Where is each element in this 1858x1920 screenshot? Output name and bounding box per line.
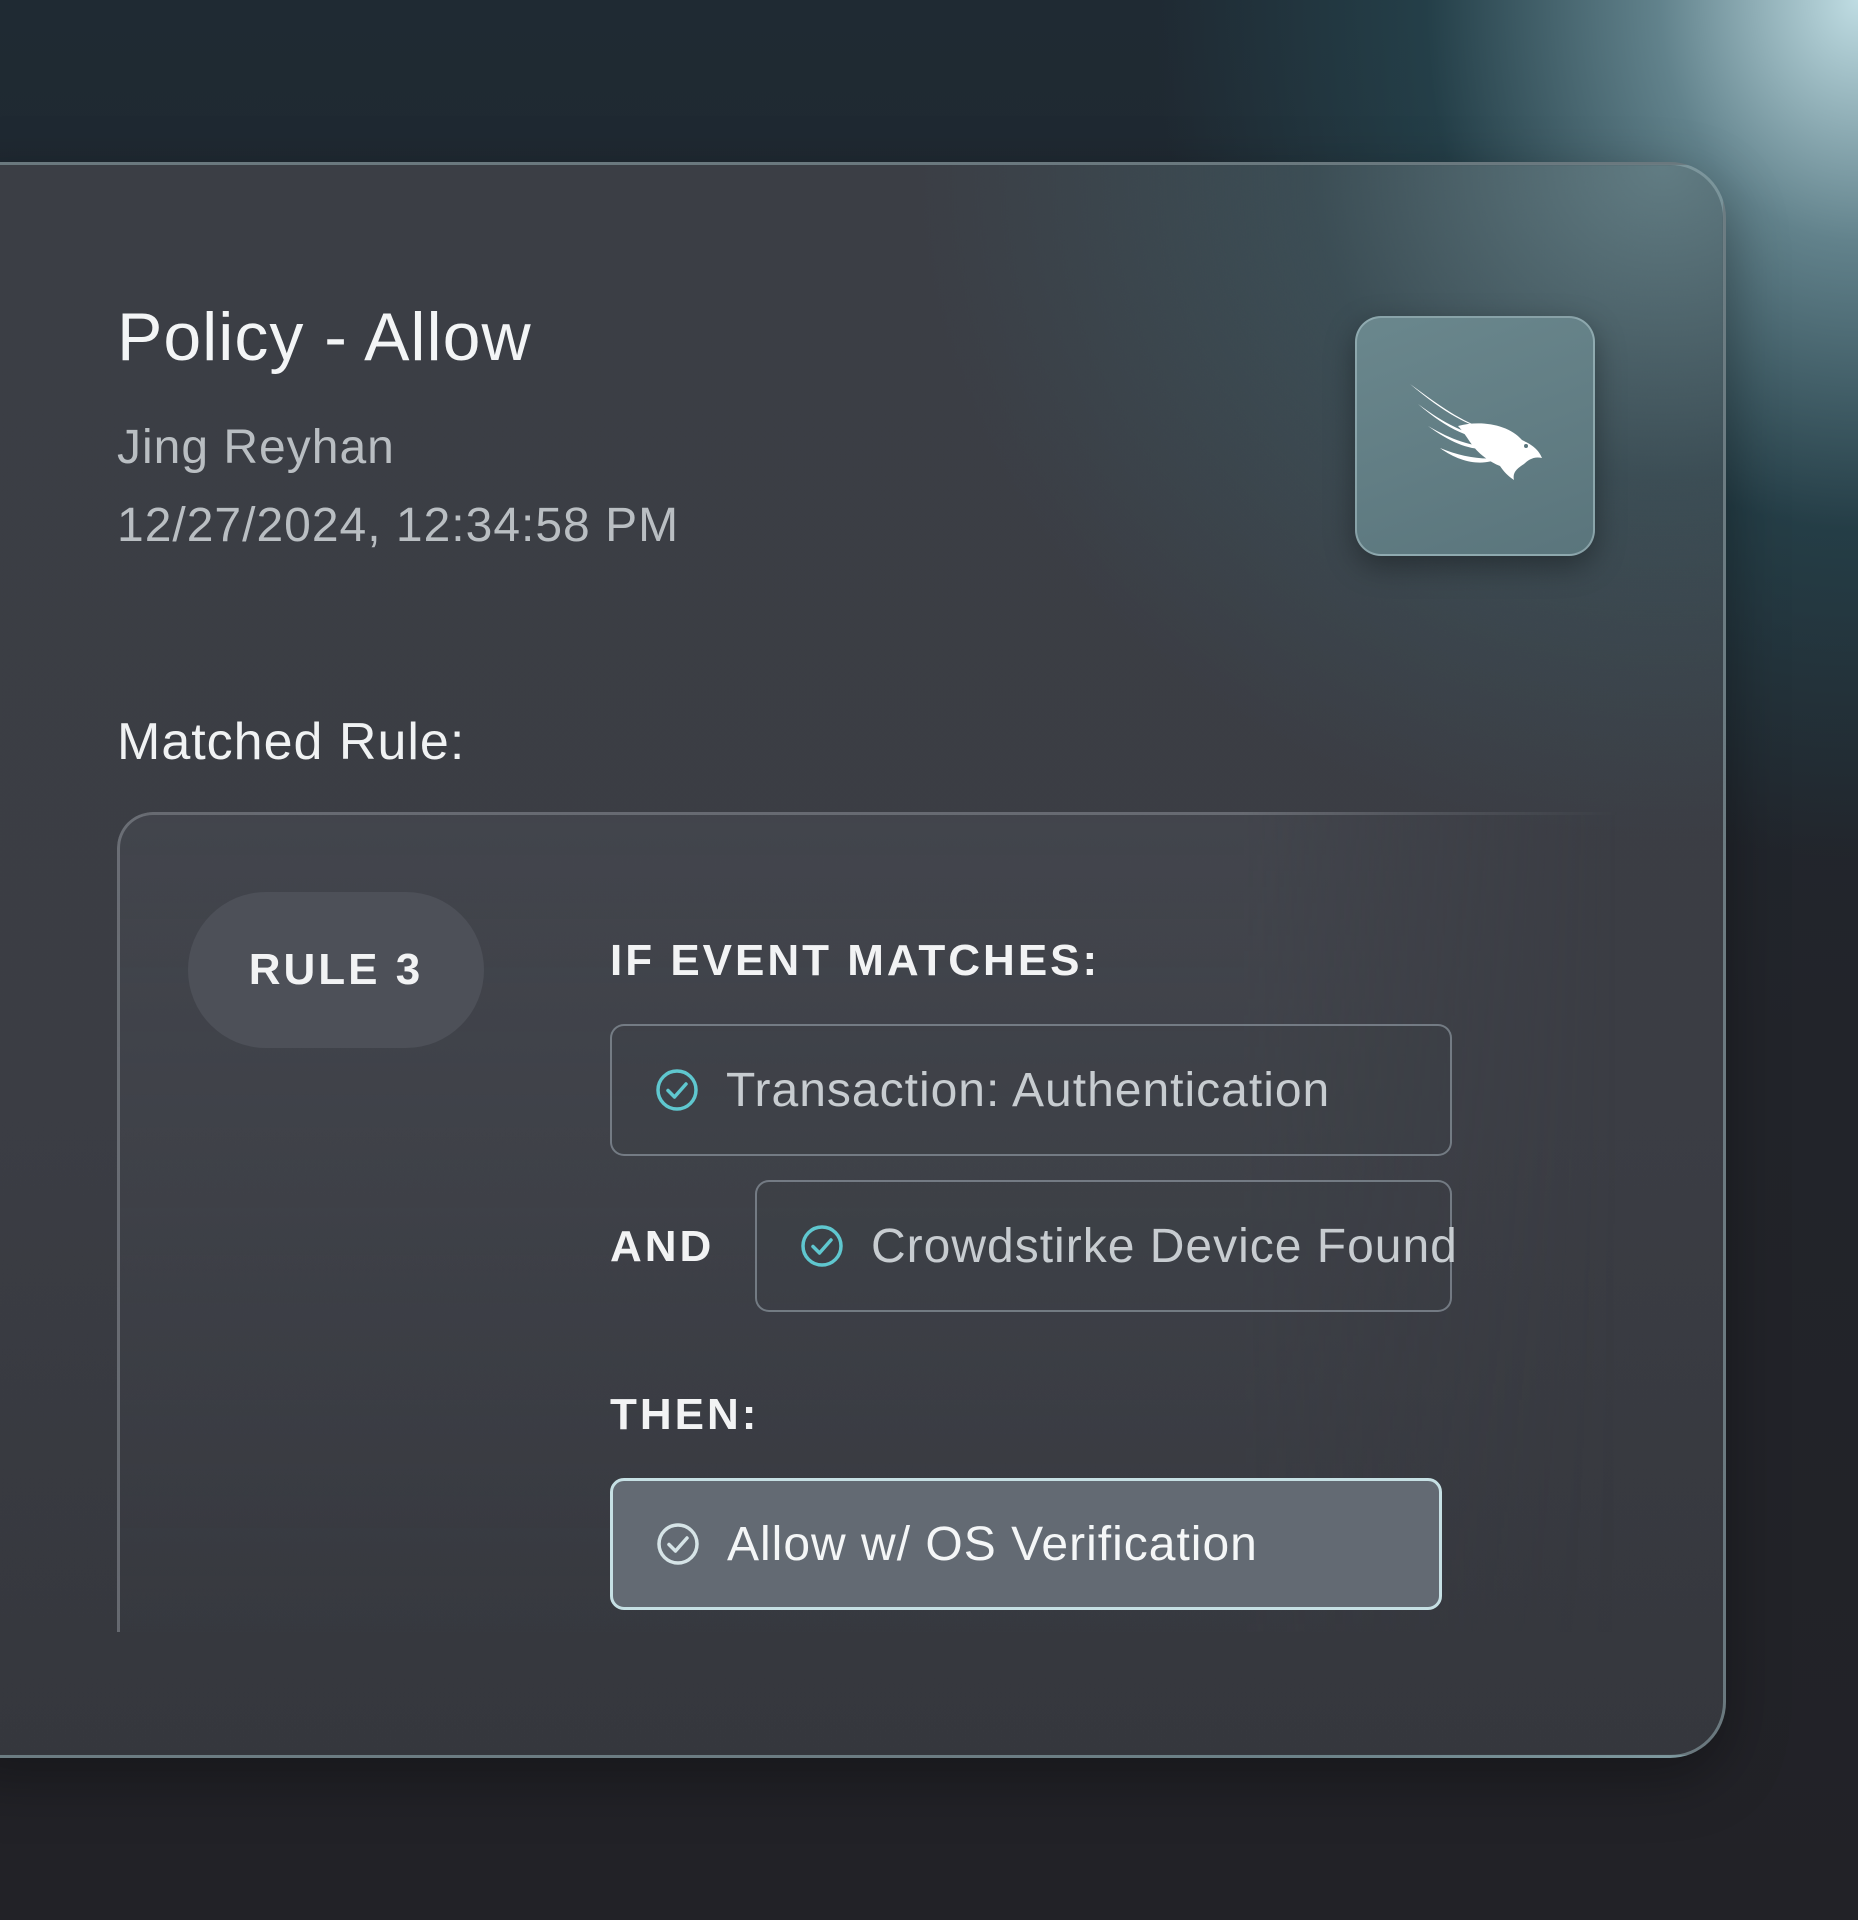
condition-transaction: Transaction: Authentication	[610, 1024, 1452, 1156]
matched-rule-label: Matched Rule:	[117, 713, 466, 771]
policy-user: Jing Reyhan	[117, 421, 395, 474]
condition-device-found: Crowdstirke Device Found	[755, 1180, 1457, 1312]
policy-title: Policy - Allow	[117, 299, 532, 375]
crowdstrike-logo-tile	[1355, 316, 1595, 556]
action-text: Allow w/ OS Verification	[727, 1517, 1258, 1571]
check-circle-icon	[656, 1069, 698, 1111]
rule-badge: RULE 3	[188, 892, 484, 1048]
condition-text: Crowdstirke Device Found	[871, 1219, 1458, 1273]
and-label: AND	[610, 1222, 715, 1271]
falcon-icon	[1410, 384, 1542, 480]
policy-timestamp: 12/27/2024, 12:34:58 PM	[117, 499, 680, 552]
screen: { "policy": { "title": "Policy - Allow",…	[0, 0, 1858, 1920]
then-heading: THEN:	[610, 1390, 760, 1439]
action-allow-os-verification: Allow w/ OS Verification	[610, 1478, 1442, 1610]
check-circle-icon	[801, 1225, 843, 1267]
if-event-matches-heading: IF EVENT MATCHES:	[610, 936, 1101, 985]
condition-text: Transaction: Authentication	[726, 1063, 1331, 1117]
check-circle-icon	[657, 1523, 699, 1565]
